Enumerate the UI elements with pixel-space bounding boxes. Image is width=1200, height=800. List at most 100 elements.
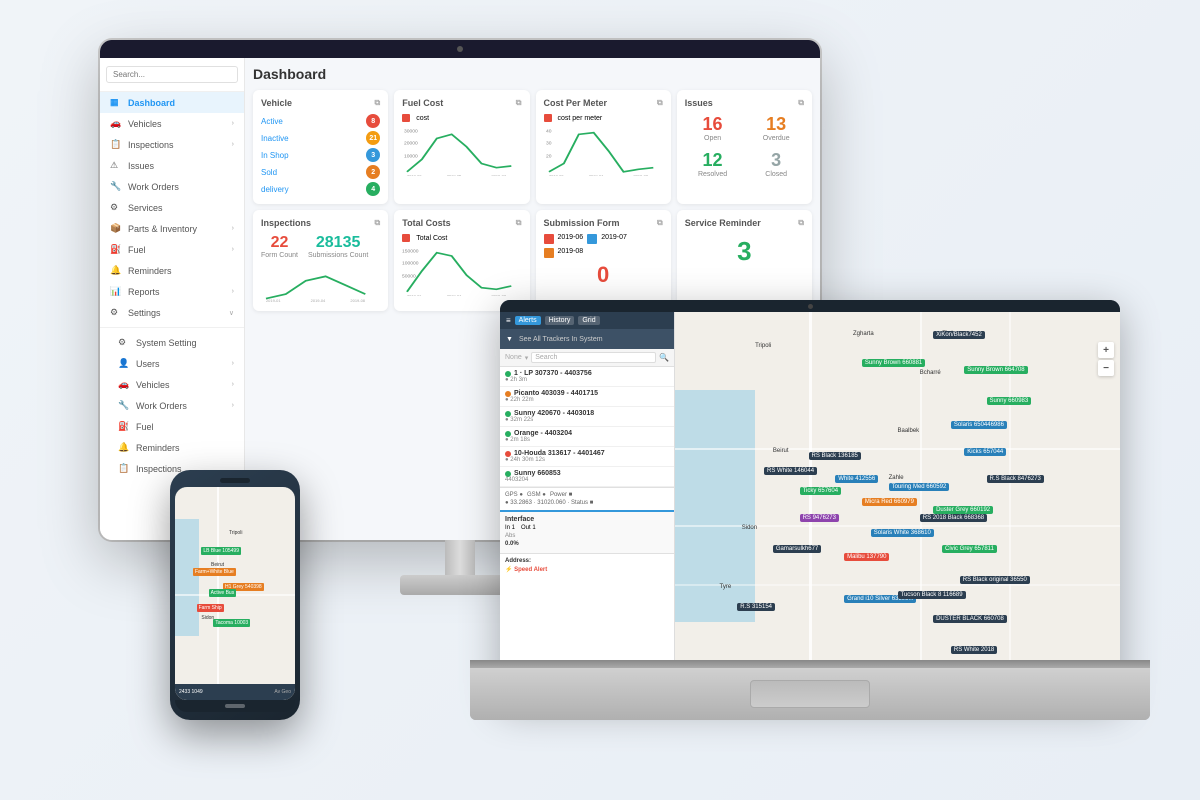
alerts-tab[interactable]: Alerts xyxy=(515,316,541,325)
external-link-icon[interactable]: ⧉ xyxy=(375,98,381,108)
sidebar-item-reports[interactable]: 📊 Reports › xyxy=(100,281,244,302)
tracker-item-5[interactable]: 10-Houda 313617 - 4401467 ● 24h 30m 12s xyxy=(500,447,674,467)
tracker-search-input[interactable]: Search xyxy=(531,352,656,363)
phone-home-indicator[interactable] xyxy=(225,704,245,708)
sold-badge: 2 xyxy=(366,165,380,179)
chevron-right-icon: › xyxy=(232,360,234,367)
dashboard-icon: ▦ xyxy=(110,97,122,108)
sidebar-item-services[interactable]: ⚙ Services xyxy=(100,197,244,218)
tracker-item-1[interactable]: 1 · LP 307370 - 4403756 ● 2h 3m xyxy=(500,367,674,387)
map-marker-ticky[interactable]: Ticky 657604 xyxy=(800,487,841,495)
map-marker-solaris-white[interactable]: Solaris White 368610 xyxy=(871,529,934,537)
map-marker-duster-grey[interactable]: Duster Grey 660192 xyxy=(933,506,993,514)
map-marker-touring[interactable]: Touring Med 660592 xyxy=(889,483,950,491)
sidebar-item-workorders-sub[interactable]: 🔧 Work Orders › xyxy=(100,395,244,416)
legend-dot xyxy=(544,114,552,122)
map-marker-kicks-657044[interactable]: Kicks 657044 xyxy=(964,448,1006,456)
tracker-item-3[interactable]: Sunny 420670 - 4403018 ● 32m 22s xyxy=(500,407,674,427)
external-link-icon[interactable]: ⧉ xyxy=(516,98,522,108)
external-link-icon[interactable]: ⧉ xyxy=(375,218,381,228)
tracker-item-6[interactable]: Sunny 660853 4403204 xyxy=(500,467,674,487)
workorders-sub-icon: 🔧 xyxy=(118,400,130,411)
tracker-item-2[interactable]: Picanto 403039 - 4401715 ● 22h 22m xyxy=(500,387,674,407)
map-marker-sunny-brown[interactable]: Sunny Brown 664708 xyxy=(964,366,1027,374)
sidebar-item-system-setting[interactable]: ⚙ System Setting xyxy=(100,332,244,353)
sidebar-item-fuel[interactable]: ⛽ Fuel › xyxy=(100,239,244,260)
sidebar-item-reminders-sub[interactable]: 🔔 Reminders xyxy=(100,437,244,458)
trackpad[interactable] xyxy=(750,680,870,708)
sidebar-item-settings[interactable]: ⚙ Settings ∨ xyxy=(100,302,244,323)
external-link-icon[interactable]: ⧉ xyxy=(657,218,663,228)
phone-marker-farmplus[interactable]: Farm+White Blue xyxy=(193,568,236,576)
city-label-bcharre: Bcharré xyxy=(920,370,941,376)
coordinates-info: ● 33.2863 · 31020.060 · Status ■ xyxy=(505,500,669,506)
map-marker-rs-white-146[interactable]: RS White 146044 xyxy=(764,467,817,475)
service-reminder-value: 3 xyxy=(685,236,804,267)
phone-marker-tacoma[interactable]: Tacoma 10003 xyxy=(213,619,250,627)
zoom-out-button[interactable]: − xyxy=(1098,360,1114,376)
sidebar-item-fuel-sub[interactable]: ⛽ Fuel xyxy=(100,416,244,437)
sidebar-item-users[interactable]: 👤 Users › xyxy=(100,353,244,374)
zoom-in-button[interactable]: + xyxy=(1098,342,1114,358)
tracker-status-dot xyxy=(505,391,511,397)
map-marker-duster-black[interactable]: DUSTER BLACK 660708 xyxy=(933,615,1007,623)
svg-text:2019-02: 2019-02 xyxy=(548,175,563,176)
tracker-item-4[interactable]: Orange - 4403204 ● 2m 18s xyxy=(500,427,674,447)
laptop: ≡ Alerts History Grid ▼ See All Trackers… xyxy=(470,300,1150,780)
phone-bottom-bar: 2433 1049 Av Geo xyxy=(175,684,295,700)
map-marker-rs-9476[interactable]: RS 9476273 xyxy=(800,514,839,522)
sidebar-item-issues[interactable]: ⚠ Issues xyxy=(100,155,244,176)
map-marker-malibu[interactable]: Malibu 137790 xyxy=(844,553,889,561)
map-marker-sunny-660881[interactable]: Sunny Brown 660881 xyxy=(862,359,925,367)
map-marker-rs-black-8476[interactable]: R.S Black 8476273 xyxy=(987,475,1044,483)
map-marker-tucson-black[interactable]: Tucson Black 8 116689 xyxy=(898,591,966,599)
phone-marker-active-bus[interactable]: Active Bus xyxy=(209,589,237,597)
svg-text:2019-04: 2019-04 xyxy=(311,299,326,303)
map-marker-xikon[interactable]: XiKon/Black7452 xyxy=(933,331,985,339)
sidebar-item-inspections[interactable]: 📋 Inspections › xyxy=(100,134,244,155)
fuel-sub-icon: ⛽ xyxy=(118,421,130,432)
cost-per-meter-title: Cost Per Meter ⧉ xyxy=(544,98,663,108)
settings-icon: ⚙ xyxy=(110,307,122,318)
app-name-map: ≡ xyxy=(506,316,511,325)
issues-card: Issues ⧉ 16 Open 13 Overdue xyxy=(677,90,812,204)
map-marker-white-412556[interactable]: White 412556 xyxy=(835,475,878,483)
filter-label: None xyxy=(505,354,522,361)
external-link-icon[interactable]: ⧉ xyxy=(798,98,804,108)
sidebar-item-dashboard[interactable]: ▦ Dashboard xyxy=(100,92,244,113)
phone-marker-lb-blue[interactable]: LB Blue 105499 xyxy=(201,547,241,555)
sidebar-item-reminders[interactable]: 🔔 Reminders xyxy=(100,260,244,281)
external-link-icon[interactable]: ⧉ xyxy=(516,218,522,228)
submission-legend: 2019-06 2019-07 xyxy=(544,234,663,244)
external-link-icon[interactable]: ⧉ xyxy=(798,218,804,228)
history-tab[interactable]: History xyxy=(545,316,575,325)
map-marker-rs-black-136[interactable]: RS Black 136185 xyxy=(809,452,861,460)
chevron-right-icon: › xyxy=(232,120,234,127)
sidebar-item-vehicles-sub[interactable]: 🚗 Vehicles › xyxy=(100,374,244,395)
map-marker-micra-red[interactable]: Micra Red 660979 xyxy=(862,498,917,506)
map-marker-rs-black-orig[interactable]: RS Black original 36550 xyxy=(960,576,1030,584)
search-input[interactable] xyxy=(106,66,238,83)
mobile-phone: Mercedes 32830... Beirut Sidon Tripoli L… xyxy=(170,470,300,720)
grid-tab[interactable]: Grid xyxy=(578,316,599,325)
map-marker-rs-2018[interactable]: RS 2018 Black 668368 xyxy=(920,514,987,522)
sidebar-item-parts[interactable]: 📦 Parts & Inventory › xyxy=(100,218,244,239)
sidebar-item-workorders[interactable]: 🔧 Work Orders xyxy=(100,176,244,197)
speed-alert: ⚡ Speed Alert xyxy=(505,566,669,573)
map-marker-rs-white-2018[interactable]: RS White 2018 xyxy=(951,646,997,654)
inspections-chart: 2019-01 2019-04 2019-08 xyxy=(261,263,380,303)
search-icon[interactable]: 🔍 xyxy=(659,353,669,362)
sidebar-item-vehicles[interactable]: 🚗 Vehicles › xyxy=(100,113,244,134)
map-background: Tripoli Beirut Sidon Tyre Bcharré Baalbe… xyxy=(675,312,1120,700)
filter-icon: ▼ xyxy=(506,336,513,343)
map-marker-rs-315154[interactable]: R.S 315154 xyxy=(737,603,775,611)
fuel-cost-card: Fuel Cost ⧉ cost 30000 xyxy=(394,90,529,204)
map-marker-gamarsulkh[interactable]: Gamarsulkh677 xyxy=(773,545,821,553)
map-marker-sunny-660983[interactable]: Sunny 660983 xyxy=(987,397,1032,405)
external-link-icon[interactable]: ⧉ xyxy=(657,98,663,108)
phone-marker-farm[interactable]: Farm Ship xyxy=(197,604,224,612)
map-marker-civic-grey[interactable]: Civic Grey 657811 xyxy=(942,545,997,553)
address-panel: Address: ⚡ Speed Alert xyxy=(500,553,674,581)
svg-text:10000: 10000 xyxy=(404,154,418,159)
map-marker-solaris-650[interactable]: Solaris 650446986 xyxy=(951,421,1007,429)
